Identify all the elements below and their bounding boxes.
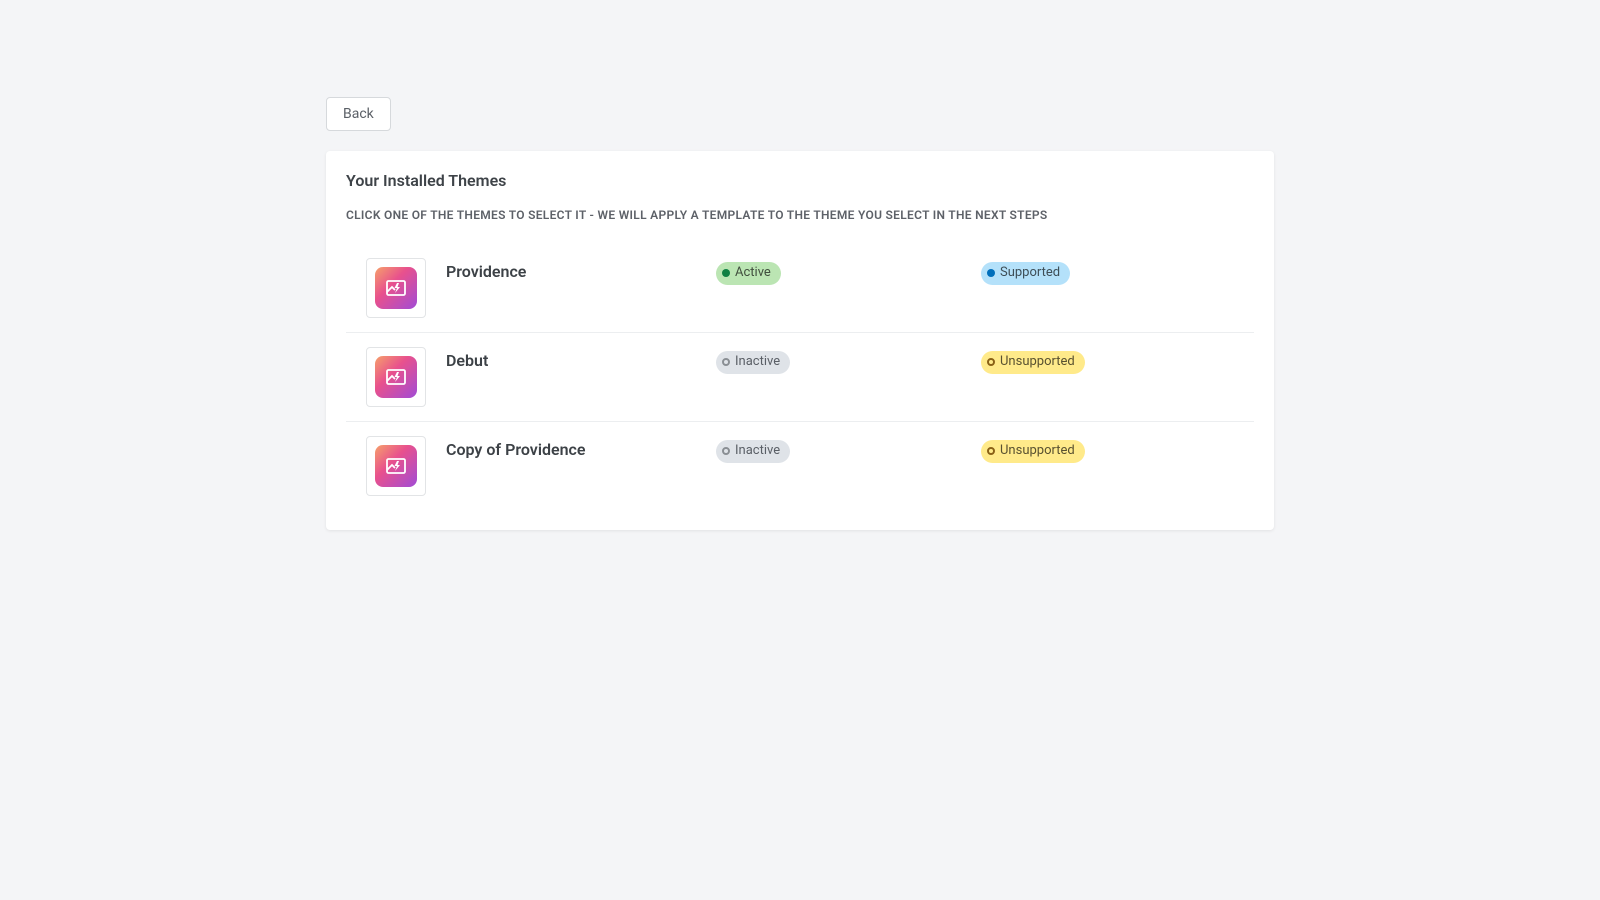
support-badge-label: Supported	[1000, 265, 1060, 282]
support-badge-unsupported: Unsupported	[981, 440, 1085, 463]
status-badge-inactive: Inactive	[716, 351, 790, 374]
theme-icon-wrap	[366, 347, 426, 407]
theme-support-col: Unsupported	[981, 347, 1085, 374]
themes-card: Your Installed Themes CLICK ONE OF THE T…	[326, 151, 1274, 530]
image-with-bolt-icon	[384, 276, 408, 300]
status-badge-label: Inactive	[735, 443, 780, 460]
status-badge-label: Active	[735, 265, 771, 282]
page-container: Back Your Installed Themes CLICK ONE OF …	[326, 0, 1274, 530]
theme-thumbnail-icon	[375, 356, 417, 398]
status-dot-ring-icon	[987, 358, 995, 366]
theme-status-col: Inactive	[716, 436, 981, 463]
image-with-bolt-icon	[384, 365, 408, 389]
back-button[interactable]: Back	[326, 97, 391, 131]
card-subtitle: CLICK ONE OF THE THEMES TO SELECT IT - W…	[346, 208, 1254, 222]
theme-name: Debut	[446, 347, 716, 370]
theme-row[interactable]: Copy of Providence Inactive Unsupported	[346, 422, 1254, 510]
theme-thumbnail-icon	[375, 267, 417, 309]
status-badge-label: Inactive	[735, 354, 780, 371]
theme-row[interactable]: Providence Active Supported	[346, 244, 1254, 333]
image-with-bolt-icon	[384, 454, 408, 478]
status-dot-ring-icon	[722, 358, 730, 366]
theme-row[interactable]: Debut Inactive Unsupported	[346, 333, 1254, 422]
status-badge-inactive: Inactive	[716, 440, 790, 463]
theme-thumbnail-icon	[375, 445, 417, 487]
status-dot-filled-icon	[722, 269, 730, 277]
theme-icon-wrap	[366, 436, 426, 496]
card-title: Your Installed Themes	[346, 171, 1254, 190]
back-button-label: Back	[343, 106, 374, 122]
support-badge-label: Unsupported	[1000, 443, 1075, 460]
theme-list: Providence Active Supported	[346, 244, 1254, 510]
status-dot-ring-icon	[987, 447, 995, 455]
theme-icon-wrap	[366, 258, 426, 318]
status-badge-active: Active	[716, 262, 781, 285]
status-dot-filled-icon	[987, 269, 995, 277]
theme-status-col: Active	[716, 258, 981, 285]
theme-name: Providence	[446, 258, 716, 281]
status-dot-ring-icon	[722, 447, 730, 455]
theme-name: Copy of Providence	[446, 436, 716, 459]
theme-status-col: Inactive	[716, 347, 981, 374]
theme-support-col: Supported	[981, 258, 1070, 285]
support-badge-unsupported: Unsupported	[981, 351, 1085, 374]
theme-support-col: Unsupported	[981, 436, 1085, 463]
support-badge-label: Unsupported	[1000, 354, 1075, 371]
support-badge-supported: Supported	[981, 262, 1070, 285]
